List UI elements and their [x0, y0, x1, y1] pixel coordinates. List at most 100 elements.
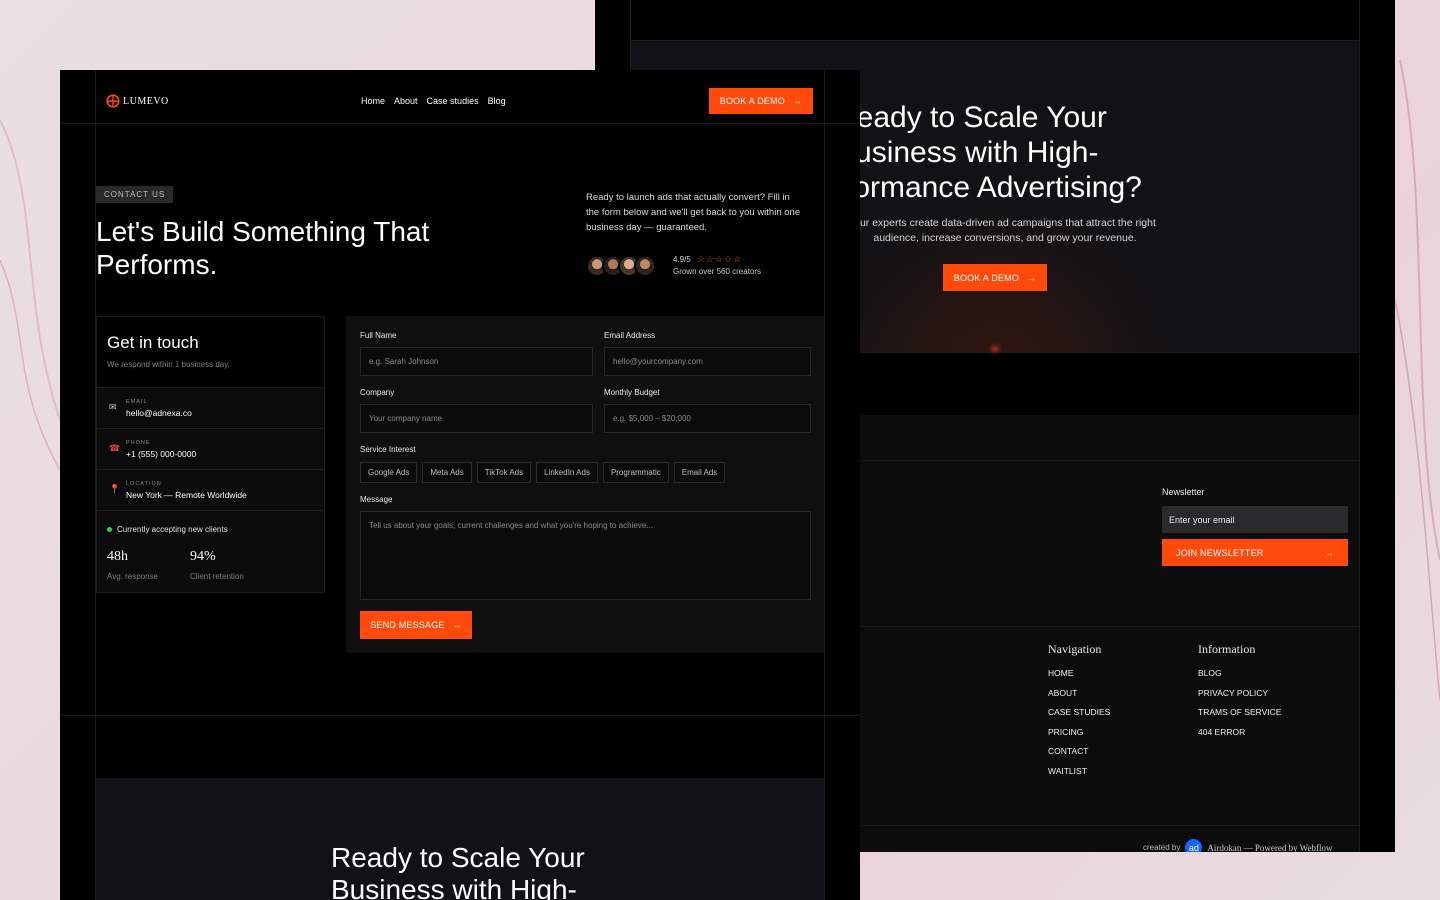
- service-chip-email-ads[interactable]: Email Ads: [673, 462, 726, 483]
- join-newsletter-label: JOIN NEWSLETTER: [1176, 547, 1264, 558]
- message-label: Message: [360, 495, 393, 504]
- rating: 4.9/5 ☆☆☆☆☆: [673, 254, 742, 265]
- nav-case-studies[interactable]: Case studies: [427, 96, 479, 106]
- service-chip-programmatic[interactable]: Programmatic: [602, 462, 669, 483]
- header-book-demo-label: BOOK A DEMO: [719, 96, 785, 106]
- footer-information-list: BLOG PRIVACY POLICY TRAMS OF SERVICE 404…: [1198, 668, 1281, 746]
- contact-row-email[interactable]: ✉ EMAIL hello@adnexa.co: [97, 387, 324, 428]
- brand-logo[interactable]: LUMEVO: [106, 94, 169, 108]
- footer-credit: created by ad Airdokan — Powered by Webf…: [1143, 839, 1332, 852]
- card-title: Get in touch: [107, 333, 199, 352]
- footer-link-blog[interactable]: BLOG: [1198, 668, 1281, 688]
- join-newsletter-button[interactable]: JOIN NEWSLETTER →: [1162, 539, 1348, 566]
- footer-link-about[interactable]: ABOUT: [1048, 688, 1110, 708]
- nav-home[interactable]: Home: [361, 96, 385, 106]
- section-tag: CONTACT US: [96, 186, 174, 203]
- frame-line: [824, 70, 825, 900]
- footer-link-terms[interactable]: TRAMS OF SERVICE: [1198, 707, 1281, 727]
- newsletter-label: Newsletter: [1162, 487, 1205, 497]
- contact-label: EMAIL: [126, 399, 148, 405]
- company-input[interactable]: [360, 404, 593, 433]
- full-name-input[interactable]: [360, 347, 593, 376]
- service-chips: Google Ads Meta Ads TikTok Ads LinkedIn …: [360, 462, 726, 483]
- status-dot-icon: [107, 527, 112, 532]
- stat-value: 48h: [107, 549, 128, 564]
- nav-about[interactable]: About: [394, 96, 418, 106]
- stats-area: Currently accepting new clients 48h Avg.…: [97, 510, 324, 592]
- service-interest-label: Service Interest: [360, 445, 416, 454]
- footer-link-404[interactable]: 404 ERROR: [1198, 727, 1281, 747]
- lumevo-logo-icon: [106, 94, 120, 108]
- main-nav: Home About Case studies Blog: [361, 96, 506, 106]
- card-subtitle: We respond within 1 business day.: [107, 360, 230, 369]
- company-label: Company: [360, 388, 395, 397]
- avatar: [634, 255, 656, 277]
- rating-score: 4.9/5: [673, 255, 691, 264]
- avatar-group: [586, 255, 656, 277]
- book-demo-label: BOOK A DEMO: [953, 272, 1019, 283]
- footer-link-home[interactable]: HOME: [1048, 668, 1110, 688]
- contact-value: hello@adnexa.co: [126, 408, 192, 418]
- contact-value: New York — Remote Worldwide: [126, 490, 247, 500]
- credit-prefix: created by: [1143, 843, 1181, 852]
- frame-line: [60, 715, 860, 716]
- hero-description: Ready to launch ads that actually conver…: [586, 192, 801, 233]
- footer-link-contact[interactable]: CONTACT: [1048, 746, 1110, 766]
- service-chip-linkedin-ads[interactable]: LinkedIn Ads: [536, 462, 598, 483]
- airdokan-logo-icon: ad: [1185, 839, 1203, 852]
- email-label: Email Address: [604, 331, 656, 340]
- brand-name: LUMEVO: [123, 95, 169, 107]
- send-message-label: SEND MESSAGE: [370, 620, 445, 630]
- full-name-label: Full Name: [360, 331, 397, 340]
- footer-link-pricing[interactable]: PRICING: [1048, 727, 1110, 747]
- contact-row-phone[interactable]: ☎ PHONE +1 (555) 000-0000: [97, 428, 324, 469]
- arrow-right-icon: →: [793, 96, 803, 106]
- frame-line: [60, 123, 860, 124]
- footer-link-waitlist[interactable]: WAITLIST: [1048, 766, 1110, 786]
- glow-dot: [991, 346, 999, 352]
- contact-page-screenshot: LUMEVO Home About Case studies Blog BOOK…: [60, 70, 860, 900]
- frame-line: [1359, 0, 1360, 852]
- pin-icon: 📍: [109, 484, 121, 494]
- stat-label: Avg. response: [107, 572, 158, 581]
- arrow-right-icon: →: [1027, 272, 1037, 283]
- star-rating-icon: ☆☆☆☆☆: [696, 254, 743, 264]
- mail-icon: ✉: [109, 402, 117, 412]
- contact-row-location: 📍 LOCATION New York — Remote Worldwide: [97, 469, 324, 510]
- page-title: Let's Build Something That Performs.: [96, 216, 430, 280]
- service-chip-meta-ads[interactable]: Meta Ads: [422, 462, 472, 483]
- contact-form: Full Name Email Address Company Monthly …: [346, 316, 824, 653]
- availability-text: Currently accepting new clients: [117, 525, 228, 534]
- contact-value: +1 (555) 000-0000: [126, 449, 197, 459]
- phone-icon: ☎: [109, 443, 121, 453]
- cta-title: Ready to Scale Your Business with High-r…: [835, 101, 1142, 204]
- footer-link-privacy-policy[interactable]: PRIVACY POLICY: [1198, 688, 1281, 708]
- cta-subtitle: our experts create data-driven ad campai…: [854, 217, 1156, 244]
- arrow-right-icon: →: [1324, 547, 1334, 558]
- book-demo-button[interactable]: BOOK A DEMO →: [943, 264, 1047, 291]
- stat-label: Client retention: [190, 572, 244, 581]
- footer-link-case-studies[interactable]: CASE STUDIES: [1048, 707, 1110, 727]
- newsletter-email-input[interactable]: [1162, 506, 1348, 533]
- rating-note: Grown over 560 creators: [673, 267, 762, 276]
- footer-information-title: Information: [1198, 642, 1256, 656]
- budget-input[interactable]: [604, 404, 811, 433]
- service-chip-google-ads[interactable]: Google Ads: [360, 462, 418, 483]
- stat-value: 94%: [190, 549, 216, 564]
- availability-status: Currently accepting new clients: [107, 525, 228, 534]
- message-textarea[interactable]: [360, 511, 811, 600]
- footer-navigation-title: Navigation: [1048, 642, 1102, 656]
- contact-label: PHONE: [126, 440, 151, 446]
- contact-info-card: Get in touch We respond within 1 busines…: [96, 316, 325, 593]
- contact-label: LOCATION: [126, 481, 162, 487]
- email-input[interactable]: [604, 347, 811, 376]
- nav-blog[interactable]: Blog: [488, 96, 506, 106]
- credit-text[interactable]: Airdokan — Powered by Webflow: [1207, 843, 1332, 853]
- footer-navigation-list: HOME ABOUT CASE STUDIES PRICING CONTACT …: [1048, 668, 1110, 786]
- budget-label: Monthly Budget: [604, 388, 660, 397]
- service-chip-tiktok-ads[interactable]: TikTok Ads: [476, 462, 532, 483]
- arrow-right-icon: →: [452, 620, 462, 630]
- bottom-cta-title: Ready to Scale Your Business with High-: [331, 842, 585, 900]
- header-book-demo-button[interactable]: BOOK A DEMO →: [709, 88, 813, 114]
- send-message-button[interactable]: SEND MESSAGE →: [360, 611, 472, 639]
